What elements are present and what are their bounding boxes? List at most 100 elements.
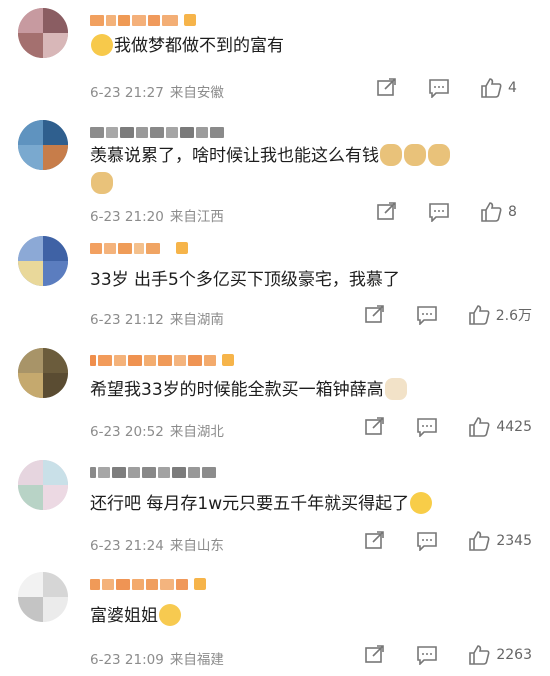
rolling-eyes-icon bbox=[159, 604, 181, 626]
comment-meta: 6-23 20:52 来自湖北 bbox=[90, 420, 224, 440]
comment-date: 6-23 21:24 bbox=[90, 538, 164, 554]
thumbs-up-icon bbox=[468, 305, 490, 325]
username-blurred[interactable] bbox=[90, 124, 224, 140]
comment-meta: 6-23 21:09 来自福建 bbox=[90, 648, 224, 668]
share-button[interactable] bbox=[364, 645, 386, 665]
username-blurred[interactable] bbox=[90, 576, 206, 592]
thumbs-up-icon bbox=[469, 531, 490, 551]
comment-icon bbox=[417, 418, 438, 437]
comment-text: 羡慕说累了，啥时候让我也能这么有钱 bbox=[90, 146, 379, 166]
doge-icon bbox=[404, 144, 426, 166]
username-blurred[interactable] bbox=[90, 240, 188, 256]
comment-text-wrap: 33岁 出手5个多亿买下顶级豪宅，我慕了 bbox=[90, 266, 400, 294]
thumbs-up-icon bbox=[481, 78, 502, 98]
comment-meta: 6-23 21:12 来自湖南 bbox=[90, 308, 224, 328]
share-icon bbox=[365, 417, 385, 435]
comment-text-wrap: 我做梦都做不到的富有 bbox=[90, 32, 284, 60]
comment-icon bbox=[416, 306, 437, 325]
comment-item: 富婆姐姐 6-23 21:09 来自福建 2263 bbox=[0, 564, 550, 676]
reply-button[interactable] bbox=[416, 417, 438, 437]
username-blurred[interactable] bbox=[90, 12, 196, 28]
comment-text-wrap: 羡慕说累了，啥时候让我也能这么有钱 bbox=[90, 142, 451, 170]
reply-button[interactable] bbox=[416, 645, 438, 665]
comment-location: 来自山东 bbox=[169, 538, 224, 554]
comment-meta: 6-23 21:20 来自江西 bbox=[90, 205, 224, 225]
avatar[interactable] bbox=[18, 120, 68, 170]
share-button[interactable] bbox=[364, 305, 386, 325]
comment-item: 33岁 出手5个多亿买下顶级豪宅，我慕了 6-23 21:12 来自湖南 2.6万 bbox=[0, 228, 550, 340]
comment-actions: 4 bbox=[346, 78, 532, 98]
comment-location: 来自福建 bbox=[169, 652, 224, 668]
username-blurred[interactable] bbox=[90, 352, 234, 368]
comment-text: 富婆姐姐 bbox=[90, 606, 158, 626]
comment-icon bbox=[417, 646, 438, 665]
reply-button[interactable] bbox=[416, 305, 438, 325]
comment-date: 6-23 21:20 bbox=[90, 209, 164, 225]
like-count: 2263 bbox=[496, 647, 532, 663]
like-count: 4425 bbox=[496, 419, 532, 435]
share-icon bbox=[365, 531, 385, 549]
avatar[interactable] bbox=[18, 236, 68, 286]
like-button[interactable]: 2.6万 bbox=[468, 305, 532, 325]
vip-badge-icon bbox=[194, 578, 206, 590]
doge-icon bbox=[428, 144, 450, 166]
comment-icon bbox=[429, 203, 449, 222]
cat-face-icon bbox=[384, 378, 407, 400]
share-button[interactable] bbox=[364, 531, 386, 551]
share-button[interactable] bbox=[376, 202, 398, 222]
comment-meta: 6-23 21:27 来自安徽 bbox=[90, 81, 224, 101]
like-button[interactable]: 2263 bbox=[468, 645, 532, 665]
avatar[interactable] bbox=[18, 460, 68, 510]
like-count: 8 bbox=[508, 204, 517, 220]
comment-text-wrap bbox=[90, 170, 114, 198]
username-blurred[interactable] bbox=[90, 464, 216, 480]
thumbs-up-icon bbox=[469, 417, 490, 437]
like-button[interactable]: 8 bbox=[480, 202, 532, 222]
vip-badge-icon bbox=[176, 242, 188, 254]
reply-button[interactable] bbox=[416, 531, 438, 551]
comment-date: 6-23 21:27 bbox=[90, 85, 164, 101]
comment-item: 我做梦都做不到的富有 6-23 21:27 来自安徽 4 bbox=[0, 0, 550, 112]
comment-location: 来自湖北 bbox=[169, 424, 224, 440]
avatar[interactable] bbox=[18, 8, 68, 58]
comment-actions: 2.6万 bbox=[334, 305, 532, 325]
comment-location: 来自湖南 bbox=[169, 312, 224, 328]
like-button[interactable]: 2345 bbox=[468, 531, 532, 551]
comment-actions: 8 bbox=[346, 202, 532, 222]
share-icon bbox=[377, 202, 396, 220]
comment-location: 来自安徽 bbox=[169, 85, 224, 101]
comment-date: 6-23 20:52 bbox=[90, 424, 164, 440]
comment-item: 希望我33岁的时候能全款买一箱钟薛高 6-23 20:52 来自湖北 4425 bbox=[0, 340, 550, 452]
comment-meta: 6-23 21:24 来自山东 bbox=[90, 534, 224, 554]
like-button[interactable]: 4425 bbox=[468, 417, 532, 437]
thumbs-up-icon bbox=[469, 645, 490, 665]
avatar[interactable] bbox=[18, 348, 68, 398]
comment-text-wrap: 还行吧 每月存1w元只要五千年就买得起了 bbox=[90, 490, 433, 518]
comment-actions: 4425 bbox=[334, 417, 532, 437]
like-count: 2345 bbox=[496, 533, 532, 549]
reply-button[interactable] bbox=[428, 78, 450, 98]
smile-icon bbox=[410, 492, 433, 514]
share-button[interactable] bbox=[376, 78, 398, 98]
doge-icon bbox=[380, 144, 402, 166]
crying-face-icon bbox=[91, 34, 113, 56]
like-count: 2.6万 bbox=[495, 308, 532, 324]
reply-button[interactable] bbox=[428, 202, 450, 222]
share-icon bbox=[365, 645, 385, 663]
vip-badge-icon bbox=[222, 354, 234, 366]
comment-icon bbox=[429, 79, 449, 98]
like-count: 4 bbox=[508, 80, 517, 96]
comment-text: 我做梦都做不到的富有 bbox=[114, 36, 284, 56]
share-icon bbox=[364, 305, 384, 323]
vip-badge-icon bbox=[184, 14, 196, 26]
comment-date: 6-23 21:09 bbox=[90, 652, 164, 668]
comment-location: 来自江西 bbox=[169, 209, 224, 225]
comment-actions: 2263 bbox=[334, 645, 532, 665]
comment-item: 还行吧 每月存1w元只要五千年就买得起了 6-23 21:24 来自山东 2345 bbox=[0, 452, 550, 564]
share-button[interactable] bbox=[364, 417, 386, 437]
avatar[interactable] bbox=[18, 572, 68, 622]
like-button[interactable]: 4 bbox=[480, 78, 532, 98]
share-icon bbox=[377, 78, 396, 96]
comment-date: 6-23 21:12 bbox=[90, 312, 164, 328]
comment-item: 羡慕说累了，啥时候让我也能这么有钱 6-23 21:20 来自江西 8 bbox=[0, 112, 550, 228]
